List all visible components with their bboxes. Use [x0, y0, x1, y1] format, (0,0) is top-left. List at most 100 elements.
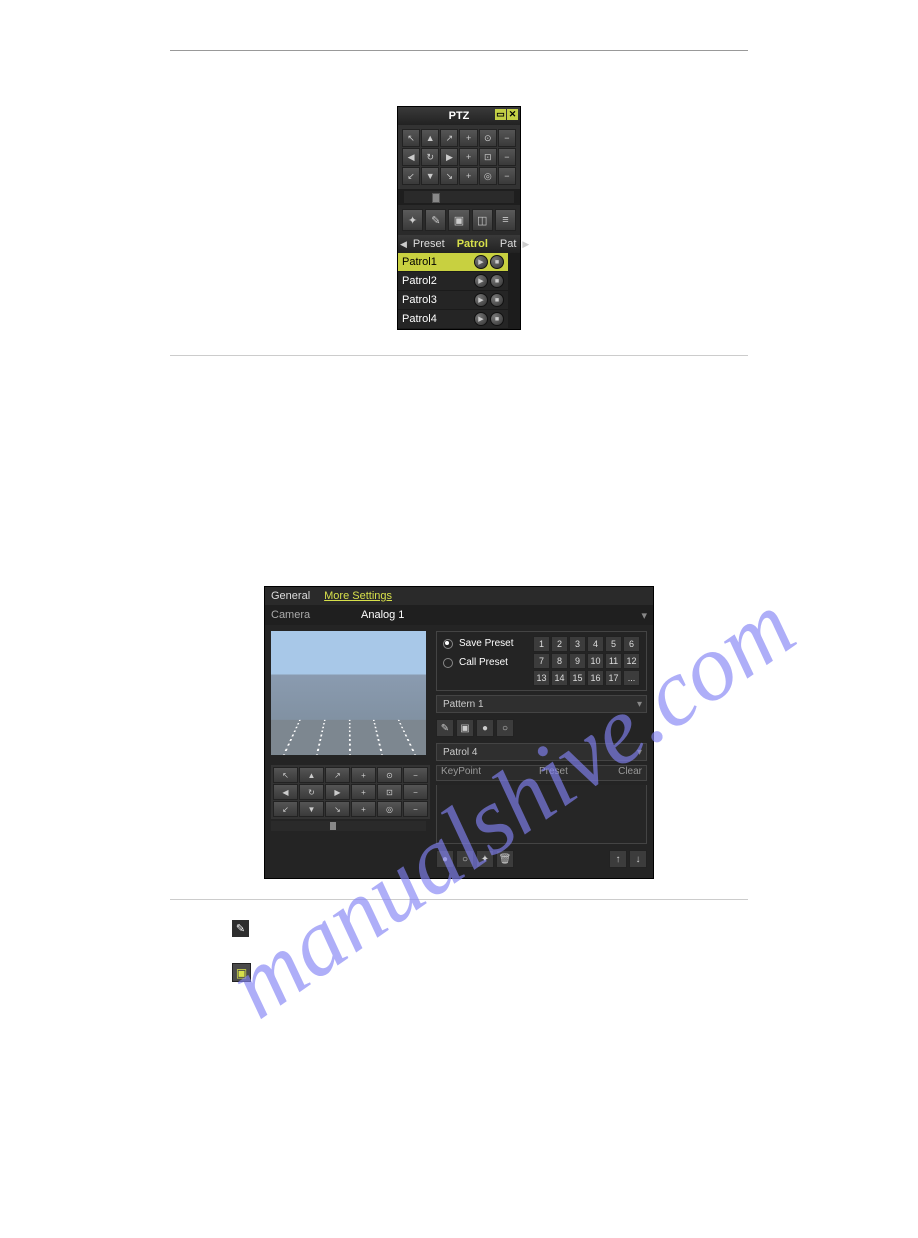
preset-num[interactable]: 17 [605, 670, 622, 686]
preset-num[interactable]: 16 [587, 670, 604, 686]
ptz-up[interactable]: ▲ [421, 129, 439, 147]
play-icon[interactable]: ▶ [474, 274, 488, 288]
plus-icon[interactable]: ✦ [476, 850, 494, 868]
iris-in[interactable]: + [459, 167, 477, 185]
tab-left-arrow-icon[interactable]: ◀ [400, 239, 407, 250]
save-icon[interactable]: ▣ [456, 719, 474, 737]
ptz-right[interactable]: ▶ [325, 784, 350, 800]
stop-icon[interactable]: ○ [456, 850, 474, 868]
divider-top [170, 50, 748, 51]
ptz-left[interactable]: ◀ [273, 784, 298, 800]
tab-general[interactable]: General [271, 590, 310, 602]
ptz-down-right[interactable]: ↘ [440, 167, 458, 185]
focus-in[interactable]: + [351, 784, 376, 800]
preset-num[interactable]: 13 [533, 670, 550, 686]
preset-num[interactable]: 9 [569, 653, 586, 669]
tab-preset[interactable]: Preset [407, 238, 451, 250]
preset-num[interactable]: 15 [569, 670, 586, 686]
pen-icon[interactable]: ✎ [436, 719, 454, 737]
ptz-down[interactable]: ▼ [299, 801, 324, 817]
minimize-icon[interactable]: ▭ [495, 109, 506, 120]
pattern-select[interactable]: Pattern 1 ▾ [436, 695, 647, 713]
ptz-down-left[interactable]: ↙ [402, 167, 420, 185]
preset-num[interactable]: 11 [605, 653, 622, 669]
preset-num[interactable]: 6 [623, 636, 640, 652]
tab-pattern[interactable]: Pat [494, 238, 523, 250]
trash-icon[interactable]: 🗑 [496, 850, 514, 868]
play-icon[interactable]: ▶ [474, 312, 488, 326]
camera-select-row[interactable]: Camera Analog 1 ▾ [265, 605, 653, 625]
patrol-label: Patrol1 [402, 256, 437, 268]
ptz-up-right[interactable]: ↗ [440, 129, 458, 147]
focus-out[interactable]: − [403, 784, 428, 800]
stop-icon[interactable]: ■ [490, 255, 504, 269]
menu-icon[interactable]: ≡ [495, 209, 516, 231]
ptz-auto[interactable]: ↻ [299, 784, 324, 800]
preset-num[interactable]: 1 [533, 636, 550, 652]
patrol-row[interactable]: Patrol4 ▶■ [398, 310, 508, 329]
preset-num[interactable]: 10 [587, 653, 604, 669]
chevron-down-icon[interactable]: ▾ [641, 609, 647, 622]
wiper-icon[interactable]: ✎ [425, 209, 446, 231]
preset-num[interactable]: 12 [623, 653, 640, 669]
zoom-in[interactable]: + [459, 129, 477, 147]
ptz-down-left[interactable]: ↙ [273, 801, 298, 817]
preset-num[interactable]: 3 [569, 636, 586, 652]
ptz-up[interactable]: ▲ [299, 767, 324, 783]
down-icon[interactable]: ↓ [629, 850, 647, 868]
play-icon[interactable]: ● [476, 719, 494, 737]
settings-speed-slider[interactable] [271, 821, 426, 831]
patrol-label: Patrol 4 [443, 747, 477, 758]
light-icon[interactable]: ✦ [402, 209, 423, 231]
speed-slider[interactable] [404, 191, 514, 203]
preset-more[interactable]: ... [623, 670, 640, 686]
iris-out[interactable]: − [498, 167, 516, 185]
iris-out[interactable]: − [403, 801, 428, 817]
focus-in[interactable]: + [459, 148, 477, 166]
preset-num[interactable]: 7 [533, 653, 550, 669]
preset-num[interactable]: 14 [551, 670, 568, 686]
ptz-down-right[interactable]: ↘ [325, 801, 350, 817]
preset-num[interactable]: 2 [551, 636, 568, 652]
ptz-up-right[interactable]: ↗ [325, 767, 350, 783]
zoom-out[interactable]: − [498, 129, 516, 147]
patrol-row[interactable]: Patrol1 ▶■ [398, 253, 508, 272]
ptz-down[interactable]: ▼ [421, 167, 439, 185]
stop-icon[interactable]: ■ [490, 293, 504, 307]
ptz-titlebar[interactable]: PTZ ▭ ✕ [398, 107, 520, 125]
patrol-scrollbar[interactable] [508, 253, 520, 329]
ptz-left[interactable]: ◀ [402, 148, 420, 166]
patrol-select[interactable]: Patrol 4 ▾ [436, 743, 647, 761]
tab-patrol[interactable]: Patrol [451, 238, 494, 250]
up-icon[interactable]: ↑ [609, 850, 627, 868]
aux-icon[interactable]: ▣ [448, 209, 469, 231]
zoom-in[interactable]: + [351, 767, 376, 783]
call-preset-radio[interactable]: Call Preset [443, 657, 513, 668]
play-icon[interactable]: ▶ [474, 293, 488, 307]
ptz-up-left[interactable]: ↖ [273, 767, 298, 783]
ptz-up-left[interactable]: ↖ [402, 129, 420, 147]
preset-box: Save Preset Call Preset 1 2 3 4 5 6 [436, 631, 647, 691]
preset-num[interactable]: 5 [605, 636, 622, 652]
save-preset-radio[interactable]: Save Preset [443, 638, 513, 649]
tab-more-settings[interactable]: More Settings [324, 590, 392, 602]
zoom-out[interactable]: − [403, 767, 428, 783]
ptz-auto[interactable]: ↻ [421, 148, 439, 166]
ptz-direction-grid: ↖ ▲ ↗ + ⊙ − ◀ ↻ ▶ + ⊡ − ↙ ▼ ↘ + ◎ − [398, 125, 520, 189]
stop-icon[interactable]: ○ [496, 719, 514, 737]
stop-icon[interactable]: ■ [490, 312, 504, 326]
iris-in[interactable]: + [351, 801, 376, 817]
play-icon[interactable]: ● [436, 850, 454, 868]
patrol-row[interactable]: Patrol2 ▶■ [398, 272, 508, 291]
stop-icon[interactable]: ■ [490, 274, 504, 288]
focus-box-icon[interactable]: ◫ [472, 209, 493, 231]
close-icon[interactable]: ✕ [507, 109, 518, 120]
focus-out[interactable]: − [498, 148, 516, 166]
play-icon[interactable]: ▶ [474, 255, 488, 269]
tab-right-arrow-icon[interactable]: ▶ [522, 239, 529, 250]
preset-num[interactable]: 8 [551, 653, 568, 669]
ptz-right[interactable]: ▶ [440, 148, 458, 166]
preset-num[interactable]: 4 [587, 636, 604, 652]
patrol-row[interactable]: Patrol3 ▶■ [398, 291, 508, 310]
pen-icon: ✎ [232, 920, 249, 937]
